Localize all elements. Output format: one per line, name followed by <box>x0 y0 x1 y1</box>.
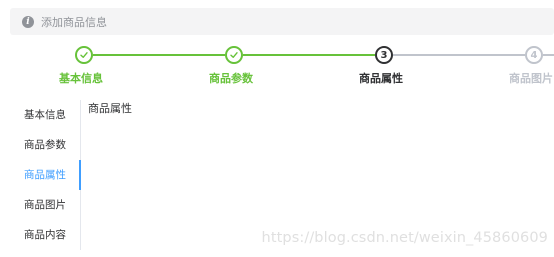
step-connector-2 <box>243 54 375 56</box>
step-connector-3 <box>393 54 525 56</box>
tab-product-params[interactable]: 商品参数 <box>10 130 80 160</box>
step-1-check-icon <box>75 46 93 64</box>
step-2-check-icon <box>225 46 243 64</box>
step-3-title: 商品属性 <box>359 72 403 85</box>
steps-progress: 基本信息 商品参数 3 商品属性 4 商品图片 <box>0 44 554 86</box>
page: i 添加商品信息 基本信息 商品参数 3 商品属性 4 商品图片 基本信息 商品… <box>0 0 554 257</box>
watermark: https://blog.csdn.net/weixin_45860609 <box>261 230 548 246</box>
info-icon: i <box>22 15 34 28</box>
tab-product-attributes[interactable]: 商品属性 <box>10 160 80 190</box>
step-connector-4 <box>543 54 554 56</box>
alert-title: 添加商品信息 <box>41 15 107 29</box>
tab-pane-content: 商品属性 <box>88 102 132 115</box>
step-4-title: 商品图片 <box>509 72 553 85</box>
step-2-title: 商品参数 <box>209 72 253 85</box>
tab-basic-info[interactable]: 基本信息 <box>10 100 80 130</box>
step-1-title: 基本信息 <box>59 72 103 85</box>
step-4-number: 4 <box>525 46 543 64</box>
tab-product-images[interactable]: 商品图片 <box>10 190 80 220</box>
info-alert: i 添加商品信息 <box>10 8 554 35</box>
tab-product-content[interactable]: 商品内容 <box>10 220 80 250</box>
step-connector-1 <box>93 54 225 56</box>
step-3-number: 3 <box>375 46 393 64</box>
left-tabs: 基本信息 商品参数 商品属性 商品图片 商品内容 <box>10 100 81 250</box>
